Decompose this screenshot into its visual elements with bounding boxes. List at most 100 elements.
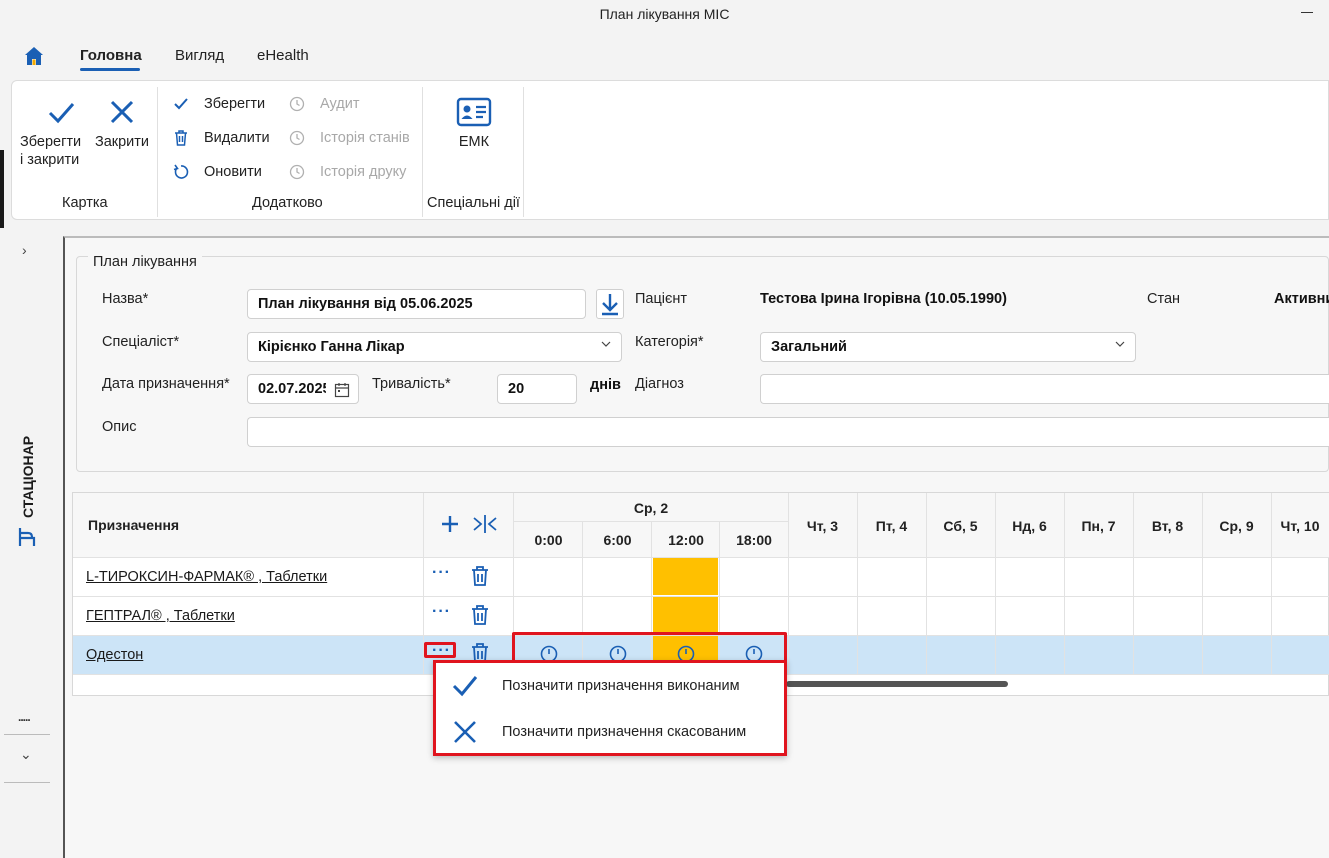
delete-label: Видалити (204, 130, 270, 146)
ribbon-tabs: Головна Вигляд eHealth (0, 40, 1329, 76)
chevron-down-icon[interactable]: ⌄ (20, 746, 32, 763)
refresh-button[interactable]: Оновити (172, 163, 262, 181)
ribbon-separator (157, 87, 158, 217)
save-label: Зберегти (204, 96, 266, 112)
check-icon (48, 103, 75, 124)
category-value: Загальний (771, 339, 847, 355)
active-tab-indicator (80, 68, 140, 71)
emk-label: ЕМК (458, 134, 490, 150)
duration-input[interactable]: 20 (497, 374, 577, 404)
day-header: Сб, 5 (943, 518, 978, 534)
rail-divider (4, 734, 50, 735)
calendar-icon[interactable] (334, 382, 350, 398)
grid-line (1202, 493, 1203, 674)
rail-section-label[interactable]: СТАЦІОНАР (20, 436, 36, 518)
day-header: Пт, 4 (875, 518, 908, 534)
grid-line (1064, 493, 1065, 674)
refresh-icon (173, 164, 189, 179)
state-history-button[interactable]: Історія станів (288, 129, 410, 147)
date-label: Дата призначення* (102, 376, 230, 392)
close-label: Закрити (94, 134, 150, 150)
prescription-link[interactable]: L-ТИРОКСИН-ФАРМАК® , Таблетки (86, 569, 327, 585)
hour-header: 18:00 (736, 532, 772, 548)
scheduled-cell[interactable] (653, 558, 718, 595)
date-value: 02.07.2025 (258, 381, 326, 397)
state-history-label: Історія станів (320, 130, 410, 146)
emk-button[interactable]: ЕМК (442, 97, 506, 151)
tab-ehealth[interactable]: eHealth (257, 47, 309, 64)
hour-header: 6:00 (603, 532, 632, 548)
minimize-button[interactable] (1301, 2, 1315, 16)
add-icon[interactable] (440, 514, 460, 534)
grid-line (788, 493, 789, 674)
chevron-right-icon[interactable]: › (22, 242, 27, 258)
group-special-label: Спеціальні дії (427, 195, 520, 211)
save-close-label-line2: і закрити (20, 152, 80, 168)
specialist-label: Спеціаліст* (102, 334, 180, 350)
duration-unit: днів (590, 377, 621, 393)
prescription-link[interactable]: Одестон (86, 647, 143, 663)
name-input[interactable]: План лікування від 05.06.2025 (247, 289, 586, 319)
state-value: Активний (1274, 291, 1329, 307)
day-header: Пн, 7 (1081, 518, 1116, 534)
trash-icon[interactable] (470, 565, 490, 587)
context-menu: Позначити призначення виконаним Позначит… (433, 660, 787, 756)
diagnosis-input[interactable] (760, 374, 1329, 404)
save-button[interactable]: Зберегти (172, 95, 265, 113)
hospital-bed-icon[interactable] (16, 525, 38, 549)
print-history-label: Історія друку (320, 164, 407, 180)
menu-item-mark-done[interactable]: Позначити призначення виконаним (436, 663, 784, 709)
annotation-highlight-more (424, 642, 456, 658)
name-label: Назва* (102, 291, 149, 307)
chevron-down-icon (1115, 341, 1125, 347)
chevron-down-icon (601, 341, 611, 347)
audit-button[interactable]: Аудит (288, 95, 359, 113)
print-history-button[interactable]: Історія друку (288, 163, 406, 181)
ribbon: Зберегти і закрити Закрити Картка Зберег… (11, 80, 1329, 220)
description-label: Опис (102, 419, 137, 435)
duration-value: 20 (508, 381, 525, 397)
tab-home[interactable]: Головна (80, 47, 142, 64)
day-header: Чт, 3 (806, 518, 839, 534)
plan-legend: План лікування (88, 254, 202, 270)
more-options-icon[interactable]: ··· (432, 564, 451, 582)
home-icon[interactable] (22, 44, 46, 68)
trash-icon[interactable] (470, 604, 490, 626)
download-button[interactable] (596, 289, 624, 319)
diagnosis-label: Діагноз (635, 376, 684, 392)
menu-item-label: Позначити призначення виконаним (502, 678, 740, 694)
menu-item-mark-cancelled[interactable]: Позначити призначення скасованим (436, 709, 784, 755)
tab-view[interactable]: Вигляд (175, 47, 224, 64)
patient-value: Тестова Ірина Ігорівна (10.05.1990) (760, 291, 1007, 307)
description-input[interactable] (247, 417, 1329, 447)
grid-line (73, 596, 1329, 597)
ribbon-separator (523, 87, 524, 217)
collapse-columns-icon[interactable] (472, 514, 498, 534)
hour-header: 0:00 (534, 532, 563, 548)
rail-divider (4, 782, 50, 783)
prescription-link[interactable]: ГЕПТРАЛ® , Таблетки (86, 608, 235, 624)
close-icon (454, 721, 476, 743)
delete-button[interactable]: Видалити (172, 129, 270, 147)
group-extra-label: Додатково (252, 195, 323, 211)
more-options-icon[interactable]: ··· (432, 603, 451, 621)
name-value: План лікування від 05.06.2025 (258, 296, 473, 312)
more-dots-icon[interactable]: ..... (18, 710, 31, 724)
day-header-wed-2: Ср, 2 (633, 500, 669, 516)
scheduled-cell[interactable] (653, 597, 718, 634)
category-select[interactable]: Загальний (760, 332, 1136, 362)
grid-line (926, 493, 927, 674)
specialist-select[interactable]: Кірієнко Ганна Лікар (247, 332, 622, 362)
clock-icon (289, 164, 305, 180)
ribbon-separator (422, 87, 423, 217)
horizontal-scrollbar[interactable] (786, 681, 1008, 687)
grid-line (73, 557, 1329, 558)
window-title: План лікування МІС (599, 6, 730, 22)
date-input[interactable]: 02.07.2025 (247, 374, 359, 404)
day-header: Ср, 9 (1219, 518, 1254, 534)
day-header: Вт, 8 (1151, 518, 1184, 534)
close-button[interactable]: Закрити (92, 97, 152, 151)
patient-label: Пацієнт (635, 291, 688, 307)
grid-line (1271, 493, 1272, 674)
close-icon (110, 100, 134, 124)
